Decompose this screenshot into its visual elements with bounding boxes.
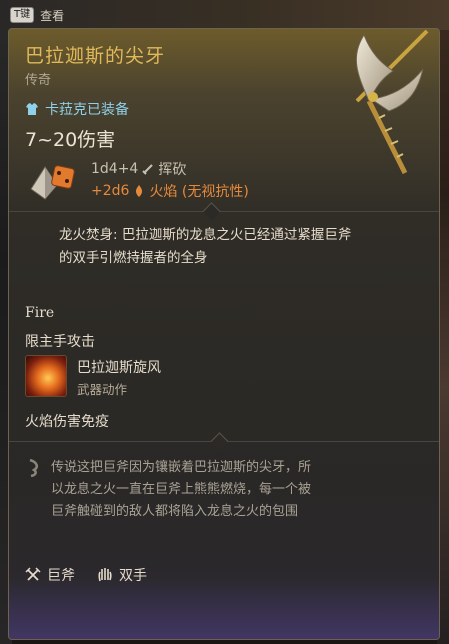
fire-tag: Fire [25, 305, 55, 321]
sword-icon [142, 164, 154, 175]
item-rarity: 传奇 [25, 73, 52, 88]
property-greataxe-label: 巨斧 [47, 568, 75, 584]
greataxe-icon [25, 567, 41, 581]
property-greataxe[interactable]: 巨斧 [25, 565, 75, 585]
section-divider [9, 211, 439, 212]
passive-description: 龙火焚身: 巴拉迦斯的龙息之火已经通过紧握巨斧的双手引燃持握者的全身 [59, 227, 352, 266]
quill-icon [29, 459, 39, 477]
inspect-hotkey[interactable]: T键 查看 [10, 6, 64, 24]
base-damage: 1d4+4 挥砍 [91, 159, 186, 179]
weapon-action-name[interactable]: 巴拉迦斯旋风 [77, 357, 161, 377]
hotkey-keycap: T键 [10, 7, 35, 23]
whirlwind-fire-icon[interactable] [25, 355, 67, 397]
flame-icon [136, 185, 143, 197]
base-damage-roll: 1d4+4 [91, 161, 139, 177]
shirt-icon [26, 103, 38, 115]
lore-divider-notch [210, 432, 229, 451]
fire-immunity: 火焰伤害免疫 [25, 414, 109, 430]
bonus-damage-roll: +2d6 [91, 183, 130, 199]
lore-description: 传说这把巨斧因为镶嵌着巴拉迦斯的尖牙，所以龙息之火一直在巨斧上熊熊燃烧，每一个被… [51, 460, 312, 519]
top-bar: T键 查看 [0, 0, 449, 30]
weapon-action-type: 武器动作 [77, 382, 128, 397]
property-two-handed[interactable]: 双手 [97, 565, 147, 585]
equipped-status: 卡菈克已装备 [25, 99, 129, 119]
damage-range: 7~20伤害 [25, 129, 116, 151]
hotkey-label: 查看 [40, 8, 65, 23]
attack-restriction: 限主手攻击 [25, 334, 95, 350]
greataxe-artwork [355, 29, 429, 175]
footer-glow [9, 579, 439, 639]
base-damage-type: 挥砍 [158, 162, 187, 178]
dice-icon [30, 165, 75, 200]
item-properties: 巨斧 双手 [25, 565, 147, 585]
bonus-damage: +2d6 火焰 (无视抗性) [91, 181, 249, 201]
equipped-label: 卡菈克已装备 [45, 102, 129, 118]
item-tooltip: 巴拉迦斯的尖牙 传奇 卡菈克已装备 7~20伤害 1d4+4 挥砍 +2d6 火… [8, 28, 440, 640]
two-hand-icon [98, 568, 112, 582]
bonus-damage-type: 火焰 (无视抗性) [149, 184, 249, 200]
property-two-handed-label: 双手 [119, 568, 147, 584]
item-name: 巴拉迦斯的尖牙 [25, 45, 166, 67]
